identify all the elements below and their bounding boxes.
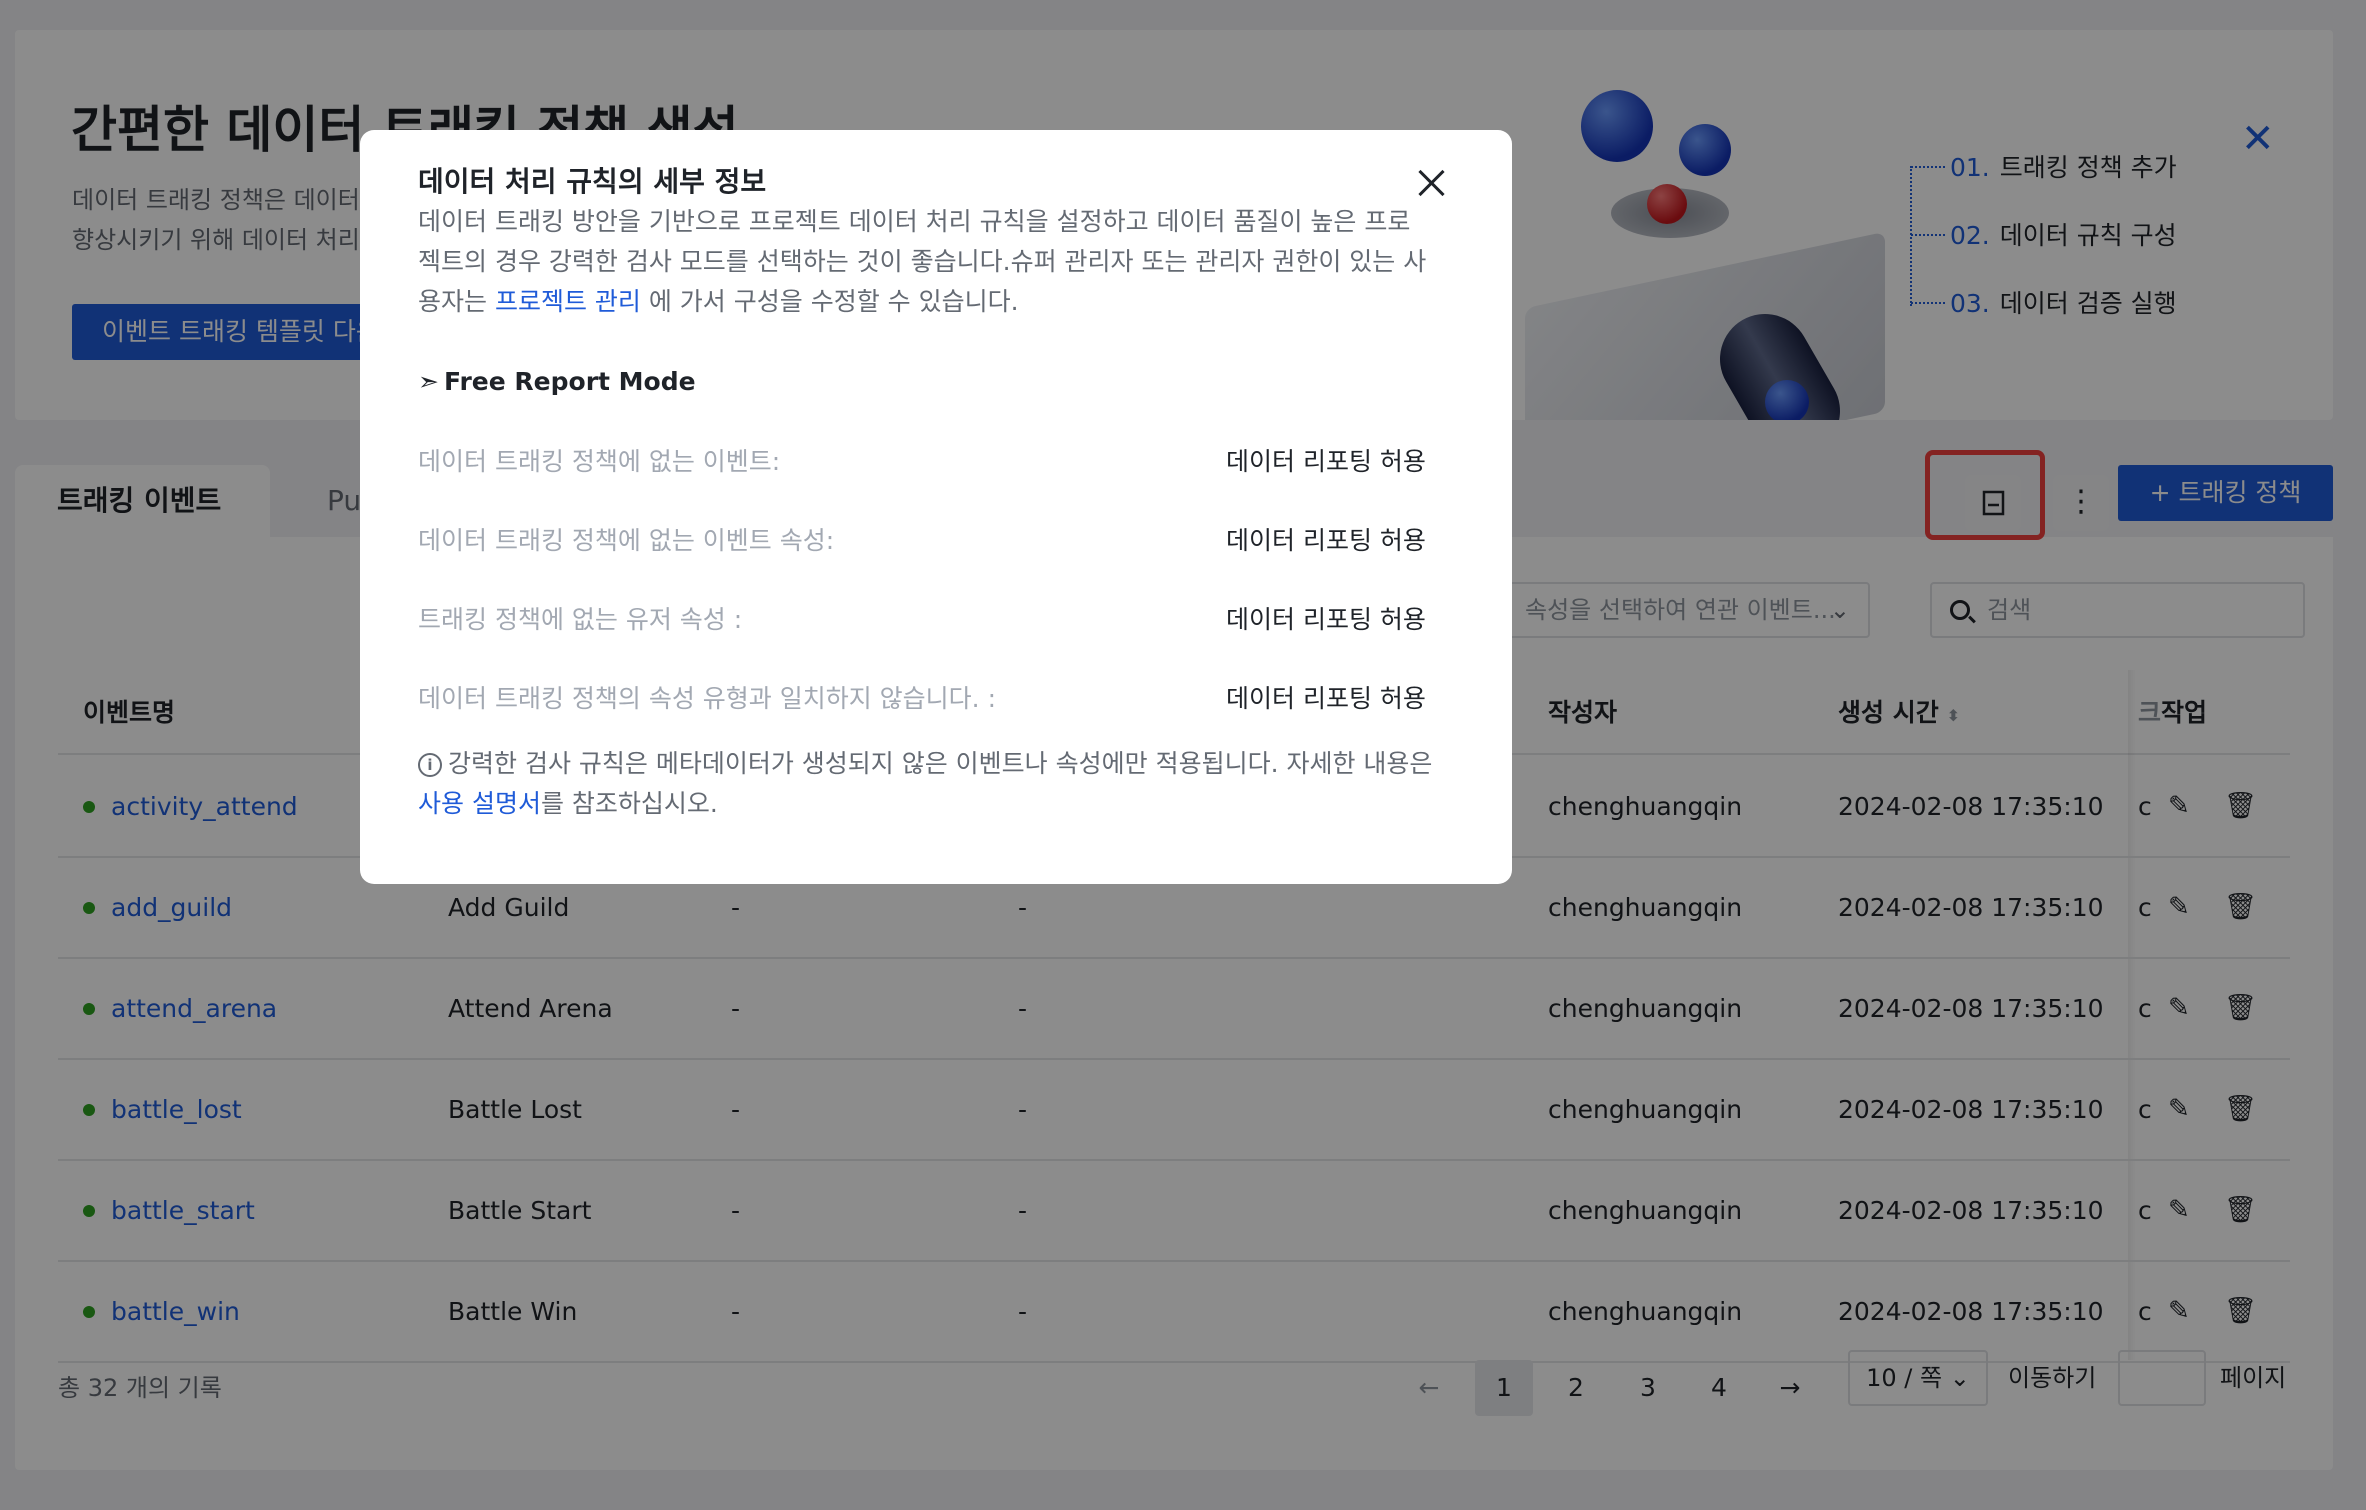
- project-management-link[interactable]: 프로젝트 관리: [495, 287, 641, 316]
- modal-description: 데이터 트래킹 방안을 기반으로 프로젝트 데이터 처리 규칙을 설정하고 데이…: [418, 202, 1428, 322]
- note-text: 강력한 검사 규칙은 메타데이터가 생성되지 않은 이벤트나 속성에만 적용됩니…: [448, 749, 1433, 778]
- note-text-end: 를 참조하십시오.: [540, 789, 718, 818]
- rule-details-modal: 데이터 처리 규칙의 세부 정보 데이터 트래킹 방안을 기반으로 프로젝트 데…: [360, 130, 1512, 884]
- rule-value: 데이터 리포팅 허용: [1226, 684, 1426, 713]
- rule-row: 데이터 트래킹 정책에 없는 이벤트 속성: 데이터 리포팅 허용: [418, 521, 1426, 561]
- info-icon: i: [418, 753, 442, 777]
- rule-label: 트래킹 정책에 없는 유저 속성 :: [418, 605, 743, 634]
- rule-value: 데이터 리포팅 허용: [1226, 447, 1426, 476]
- report-mode-label: Free Report Mode: [444, 367, 696, 396]
- rule-label: 데이터 트래킹 정책의 속성 유형과 일치하지 않습니다. :: [418, 684, 996, 713]
- user-manual-link[interactable]: 사용 설명서: [418, 789, 541, 818]
- rule-row: 트래킹 정책에 없는 유저 속성 : 데이터 리포팅 허용: [418, 600, 1426, 640]
- modal-note: i 강력한 검사 규칙은 메타데이터가 생성되지 않은 이벤트나 속성에만 적용됩…: [418, 744, 1458, 824]
- rule-value: 데이터 리포팅 허용: [1226, 526, 1426, 555]
- rule-row: 데이터 트래킹 정책의 속성 유형과 일치하지 않습니다. : 데이터 리포팅 허…: [418, 679, 1426, 719]
- send-icon: ➣: [418, 367, 439, 396]
- desc-text-end: 에 가서 구성을 수정할 수 있습니다.: [640, 287, 1019, 316]
- rule-row: 데이터 트래킹 정책에 없는 이벤트: 데이터 리포팅 허용: [418, 442, 1426, 482]
- report-mode: ➣ Free Report Mode: [418, 367, 696, 396]
- rule-label: 데이터 트래킹 정책에 없는 이벤트:: [418, 447, 781, 476]
- close-icon[interactable]: [1415, 166, 1449, 200]
- modal-title: 데이터 처리 규칙의 세부 정보: [418, 165, 767, 198]
- rule-label: 데이터 트래킹 정책에 없는 이벤트 속성:: [418, 526, 835, 555]
- rule-value: 데이터 리포팅 허용: [1226, 605, 1426, 634]
